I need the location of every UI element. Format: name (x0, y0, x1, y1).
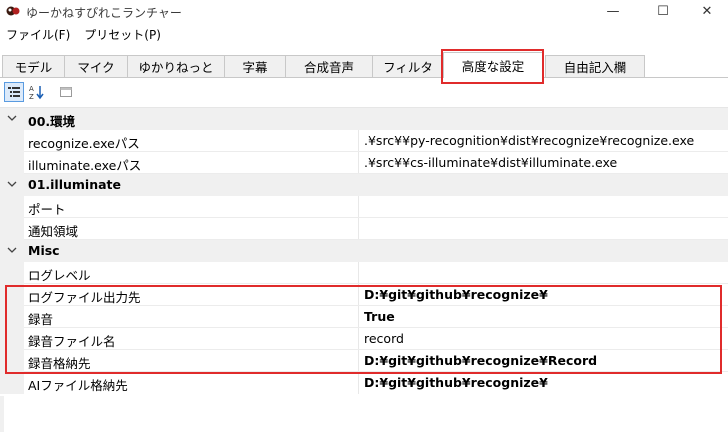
column-divider (358, 328, 359, 350)
tab-advanced-settings[interactable]: 高度な設定 (443, 52, 543, 78)
window-title: ゆーかねすぴれこランチャー (26, 6, 182, 20)
row-margin (0, 306, 24, 328)
column-divider (358, 262, 359, 284)
minimize-button[interactable]: — (590, 0, 636, 22)
maximize-button[interactable]: ☐ (640, 0, 686, 22)
property-value[interactable]: D:¥git¥github¥recognize¥ (364, 287, 548, 302)
property-name: recognize.exeパス (28, 136, 140, 151)
property-value[interactable]: True (364, 309, 395, 324)
column-divider (358, 306, 359, 328)
menu-bar: ファイル(F) プリセット(P) (0, 24, 169, 44)
property-row[interactable]: ログレベル (0, 262, 728, 284)
property-name: 録音ファイル名 (28, 334, 116, 349)
row-margin (0, 350, 24, 372)
property-value[interactable]: D:¥git¥github¥recognize¥ (364, 375, 548, 390)
tab-baseline (0, 77, 728, 78)
menu-preset[interactable]: プリセット(P) (78, 24, 169, 44)
property-value[interactable]: D:¥git¥github¥recognize¥Record (364, 353, 597, 368)
property-value[interactable]: .¥src¥¥py-recognition¥dist¥recognize¥rec… (364, 133, 694, 148)
column-divider (358, 130, 359, 152)
tab-label: マイク (77, 60, 115, 75)
row-margin (0, 262, 24, 284)
property-value[interactable]: record (364, 331, 404, 346)
column-divider (358, 350, 359, 372)
row-margin (0, 284, 24, 306)
row-margin (0, 196, 24, 218)
alphabetical-button[interactable]: A Z (27, 82, 47, 102)
property-row[interactable]: illuminate.exeパス .¥src¥¥cs-illuminate¥di… (0, 152, 728, 174)
tab-label: 合成音声 (303, 60, 354, 75)
row-margin (0, 218, 24, 240)
property-row[interactable]: recognize.exeパス .¥src¥¥py-recognition¥di… (0, 130, 728, 152)
tab-yukarinette[interactable]: ゆかりねっと (127, 55, 225, 77)
row-margin (0, 152, 24, 174)
property-name: ポート (28, 202, 66, 217)
category-row-env[interactable]: 00.環境 (0, 108, 728, 130)
tab-speech-synthesis[interactable]: 合成音声 (285, 55, 373, 77)
grid-margin-strip (0, 396, 4, 432)
category-label: Misc (28, 243, 60, 258)
tab-subtitles[interactable]: 字幕 (224, 55, 286, 77)
property-value[interactable]: .¥src¥¥cs-illuminate¥dist¥illuminate.exe (364, 155, 617, 170)
column-divider (358, 284, 359, 306)
property-row[interactable]: ログファイル出力先 D:¥git¥github¥recognize¥ (0, 284, 728, 306)
column-divider (358, 372, 359, 394)
row-margin (0, 130, 24, 152)
property-row[interactable]: 録音格納先 D:¥git¥github¥recognize¥Record (0, 350, 728, 372)
category-label: 00.環境 (28, 114, 76, 129)
app-logo-icon (6, 6, 20, 16)
close-button[interactable]: ✕ (684, 0, 728, 22)
tab-filter[interactable]: フィルタ (372, 55, 444, 77)
column-divider (358, 152, 359, 174)
tab-label: 高度な設定 (461, 59, 525, 74)
tab-label: 字幕 (242, 60, 268, 75)
property-pages-button[interactable] (56, 82, 76, 102)
svg-text:A: A (29, 85, 34, 93)
property-name: 録音 (28, 312, 54, 327)
categorized-button[interactable] (4, 82, 24, 102)
tab-model[interactable]: モデル (2, 55, 65, 77)
tab-label: 自由記入欄 (563, 60, 627, 75)
property-grid-toolbar: A Z (0, 80, 728, 104)
tab-mic[interactable]: マイク (64, 55, 128, 77)
property-row[interactable]: AIファイル格納先 D:¥git¥github¥recognize¥ (0, 372, 728, 394)
category-row-illuminate[interactable]: 01.illuminate (0, 174, 728, 196)
minimize-icon: — (606, 3, 620, 19)
chevron-down-icon[interactable] (6, 112, 18, 124)
tab-label: ゆかりねっと (138, 60, 214, 75)
chevron-down-icon[interactable] (6, 178, 18, 190)
property-row[interactable]: 録音ファイル名 record (0, 328, 728, 350)
property-name: illuminate.exeパス (28, 158, 142, 173)
property-name: ログレベル (28, 268, 91, 283)
row-margin (0, 372, 24, 394)
property-row[interactable]: 通知領域 (0, 218, 728, 240)
property-row[interactable]: 録音 True (0, 306, 728, 328)
tab-label: モデル (14, 60, 53, 75)
property-grid: 00.環境 recognize.exeパス .¥src¥¥py-recognit… (0, 107, 728, 432)
row-margin (0, 328, 24, 350)
property-name: 録音格納先 (28, 356, 91, 371)
sort-alphabetical-icon: A Z (29, 85, 44, 100)
category-label: 01.illuminate (28, 177, 121, 192)
categorized-view-icon (8, 87, 20, 97)
close-icon: ✕ (701, 3, 713, 19)
property-pages-icon (60, 87, 72, 97)
property-name: ログファイル出力先 (28, 290, 141, 305)
property-name: 通知領域 (28, 224, 79, 239)
column-divider (358, 196, 359, 218)
svg-text:Z: Z (29, 93, 34, 100)
tab-free-entry[interactable]: 自由記入欄 (545, 55, 645, 77)
column-divider (358, 218, 359, 240)
tab-label: フィルタ (383, 60, 433, 75)
menu-file[interactable]: ファイル(F) (0, 24, 78, 44)
chevron-down-icon[interactable] (6, 244, 18, 256)
property-row[interactable]: ポート (0, 196, 728, 218)
maximize-icon: ☐ (657, 3, 669, 19)
property-name: AIファイル格納先 (28, 378, 128, 393)
category-row-misc[interactable]: Misc (0, 240, 728, 262)
title-bar: ゆーかねすぴれこランチャー — ☐ ✕ (0, 0, 728, 22)
